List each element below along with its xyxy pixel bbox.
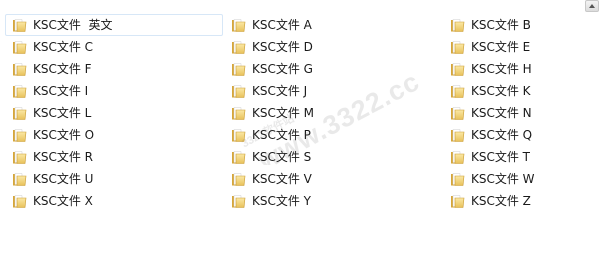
folder-item[interactable]: KSC文件 X xyxy=(6,190,225,212)
folder-item[interactable]: KSC文件 J xyxy=(225,80,444,102)
folder-item[interactable]: KSC文件 Y xyxy=(225,190,444,212)
folder-item[interactable]: KSC文件 B xyxy=(444,14,596,36)
folder-item[interactable]: KSC文件 H xyxy=(444,58,596,80)
folder-icon xyxy=(11,83,27,99)
folder-label: KSC文件 O xyxy=(33,128,95,142)
folder-label: KSC文件 Z xyxy=(471,194,531,208)
folder-grid: KSC文件 英文 KSC文件 A KSC文件 B KSC文件 C KSC文件 D… xyxy=(5,14,596,212)
folder-icon xyxy=(449,149,465,165)
folder-item[interactable]: KSC文件 Z xyxy=(444,190,596,212)
folder-label: KSC文件 B xyxy=(471,18,531,32)
folder-item[interactable]: KSC文件 E xyxy=(444,36,596,58)
folder-icon xyxy=(11,39,27,55)
scroll-up-button[interactable] xyxy=(585,0,599,12)
folder-icon xyxy=(449,83,465,99)
folder-icon xyxy=(449,105,465,121)
folder-label: KSC文件 Y xyxy=(252,194,312,208)
folder-icon xyxy=(230,17,246,33)
folder-item[interactable]: KSC文件 O xyxy=(6,124,225,146)
folder-item[interactable]: KSC文件 M xyxy=(225,102,444,124)
folder-icon xyxy=(449,17,465,33)
folder-label: KSC文件 T xyxy=(471,150,531,164)
folder-icon xyxy=(230,149,246,165)
folder-item[interactable]: KSC文件 P xyxy=(225,124,444,146)
folder-icon xyxy=(449,171,465,187)
folder-icon xyxy=(230,39,246,55)
folder-icon xyxy=(230,171,246,187)
folder-label: KSC文件 H xyxy=(471,62,532,76)
folder-label: KSC文件 L xyxy=(33,106,92,120)
folder-item[interactable]: KSC文件 A xyxy=(225,14,444,36)
folder-icon xyxy=(230,83,246,99)
folder-label: KSC文件 G xyxy=(252,62,313,76)
folder-item[interactable]: KSC文件 L xyxy=(6,102,225,124)
folder-label: KSC文件 J xyxy=(252,84,308,98)
folder-item[interactable]: KSC文件 V xyxy=(225,168,444,190)
folder-label: KSC文件 I xyxy=(33,84,89,98)
folder-item[interactable]: KSC文件 英文 xyxy=(5,14,223,36)
folder-icon xyxy=(11,171,27,187)
folder-label: KSC文件 W xyxy=(471,172,535,186)
folder-item[interactable]: KSC文件 K xyxy=(444,80,596,102)
folder-item[interactable]: KSC文件 F xyxy=(6,58,225,80)
file-explorer-window: KSC文件 英文 KSC文件 A KSC文件 B KSC文件 C KSC文件 D… xyxy=(0,0,600,254)
folder-icon xyxy=(230,193,246,209)
folder-icon xyxy=(230,105,246,121)
folder-item[interactable]: KSC文件 U xyxy=(6,168,225,190)
folder-item[interactable]: KSC文件 C xyxy=(6,36,225,58)
folder-icon xyxy=(449,127,465,143)
folder-label: KSC文件 C xyxy=(33,40,94,54)
folder-item[interactable]: KSC文件 S xyxy=(225,146,444,168)
folder-label: KSC文件 K xyxy=(471,84,531,98)
folder-icon xyxy=(449,39,465,55)
folder-label: KSC文件 英文 xyxy=(33,18,113,32)
folder-item[interactable]: KSC文件 R xyxy=(6,146,225,168)
folder-item[interactable]: KSC文件 Q xyxy=(444,124,596,146)
folder-label: KSC文件 U xyxy=(33,172,94,186)
folder-label: KSC文件 A xyxy=(252,18,312,32)
folder-label: KSC文件 S xyxy=(252,150,312,164)
folder-icon xyxy=(449,193,465,209)
folder-label: KSC文件 M xyxy=(252,106,315,120)
folder-item[interactable]: KSC文件 D xyxy=(225,36,444,58)
folder-icon xyxy=(449,61,465,77)
folder-icon xyxy=(11,149,27,165)
folder-item[interactable]: KSC文件 W xyxy=(444,168,596,190)
folder-label: KSC文件 X xyxy=(33,194,93,208)
folder-item[interactable]: KSC文件 T xyxy=(444,146,596,168)
folder-item[interactable]: KSC文件 G xyxy=(225,58,444,80)
folder-label: KSC文件 R xyxy=(33,150,94,164)
folder-label: KSC文件 Q xyxy=(471,128,533,142)
folder-icon xyxy=(11,127,27,143)
folder-icon xyxy=(11,105,27,121)
folder-icon xyxy=(11,17,27,33)
folder-icon xyxy=(230,127,246,143)
folder-label: KSC文件 E xyxy=(471,40,531,54)
folder-icon xyxy=(11,61,27,77)
folder-label: KSC文件 N xyxy=(471,106,532,120)
folder-label: KSC文件 V xyxy=(252,172,312,186)
folder-icon xyxy=(230,61,246,77)
folder-item[interactable]: KSC文件 N xyxy=(444,102,596,124)
folder-label: KSC文件 D xyxy=(252,40,313,54)
folder-label: KSC文件 F xyxy=(33,62,92,76)
folder-item[interactable]: KSC文件 I xyxy=(6,80,225,102)
folder-label: KSC文件 P xyxy=(252,128,311,142)
folder-icon xyxy=(11,193,27,209)
